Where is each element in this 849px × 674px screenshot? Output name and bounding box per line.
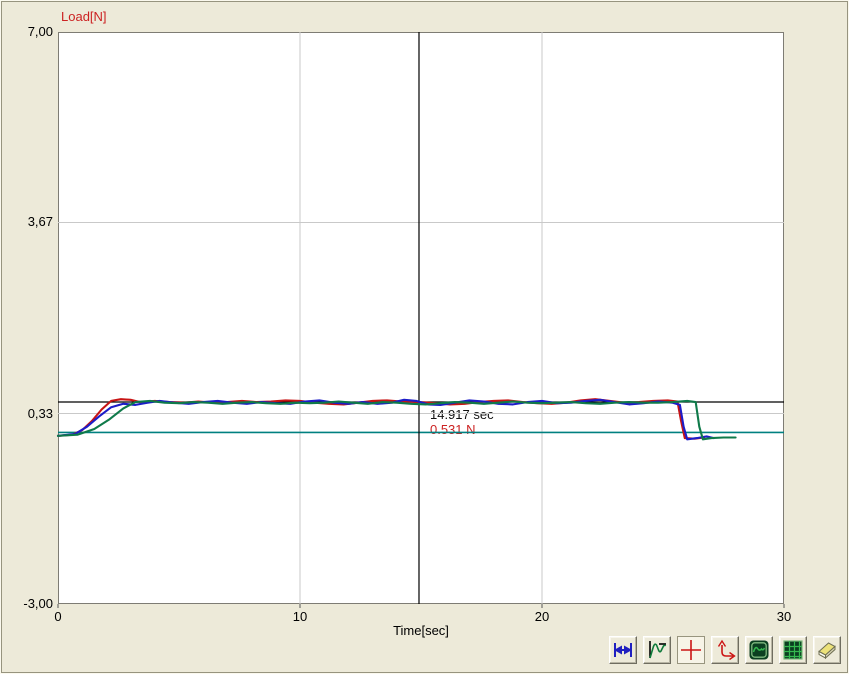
horizontal-range-icon — [611, 638, 635, 662]
x-tick-label: 20 — [522, 609, 562, 624]
curve-zoom-button[interactable] — [643, 636, 671, 664]
curve-zoom-icon — [645, 638, 669, 662]
erase-button[interactable] — [813, 636, 841, 664]
waveform-view-button[interactable] — [745, 636, 773, 664]
horizontal-range-button[interactable] — [609, 636, 637, 664]
grid-icon — [781, 638, 805, 662]
plot-area[interactable] — [58, 32, 784, 604]
toolbar — [609, 636, 841, 664]
grid-view-button[interactable] — [779, 636, 807, 664]
cursor-load-readout: 0.531 N — [430, 422, 494, 437]
waveform-icon — [747, 638, 771, 662]
measurement-graph-window: Load[N] 14.917 sec 0.531 N Time[sec] — [0, 0, 849, 674]
crosshair-cursor-button[interactable] — [677, 636, 705, 664]
eraser-icon — [815, 638, 839, 662]
cursor-readout: 14.917 sec 0.531 N — [430, 407, 494, 437]
y-tick-label: 3,67 — [0, 214, 53, 229]
x-tick-label: 10 — [280, 609, 320, 624]
crosshair-icon — [679, 638, 703, 662]
y-tick-label: 7,00 — [0, 24, 53, 39]
axis-arrow-icon — [713, 638, 737, 662]
x-axis-title: Time[sec] — [376, 623, 466, 638]
y-tick-label: 0,33 — [0, 406, 53, 421]
x-tick-label: 30 — [764, 609, 804, 624]
y-axis-title: Load[N] — [61, 9, 107, 24]
cursor-time-readout: 14.917 sec — [430, 407, 494, 422]
axis-setup-button[interactable] — [711, 636, 739, 664]
x-tick-label: 0 — [38, 609, 78, 624]
